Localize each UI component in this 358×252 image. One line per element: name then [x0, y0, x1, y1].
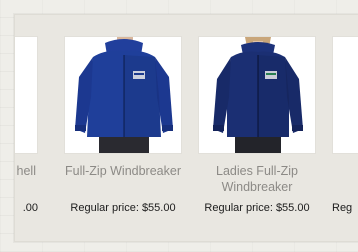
product-card-ladies-full-zip-windbreaker[interactable]: Ladies Full-Zip Windbreaker Regular pric… — [198, 15, 316, 241]
product-card-partial-right[interactable]: Reg — [332, 15, 358, 241]
product-price: .00 — [22, 202, 38, 214]
product-card-full-zip-windbreaker[interactable]: Full-Zip Windbreaker Regular price: $55.… — [64, 15, 182, 241]
product-title[interactable]: Full-Zip Windbreaker — [58, 163, 188, 179]
product-image[interactable] — [332, 36, 358, 154]
mens-windbreaker-image — [75, 37, 173, 153]
ladies-windbreaker-image — [213, 37, 303, 153]
product-title[interactable]: hell — [15, 163, 38, 179]
product-image[interactable] — [198, 36, 316, 154]
product-price: Regular price: $55.00 — [204, 202, 310, 214]
product-card-partial-left[interactable]: hell .00 — [15, 15, 38, 241]
product-price: Regular price: $55.00 — [70, 202, 176, 214]
product-image[interactable] — [64, 36, 182, 154]
product-price: Reg — [332, 202, 353, 214]
product-image[interactable] — [15, 36, 38, 154]
product-carousel: hell .00 Full-Zip Windbreaker Regular pr… — [14, 14, 358, 242]
product-title[interactable]: Ladies Full-Zip Windbreaker — [192, 163, 322, 195]
